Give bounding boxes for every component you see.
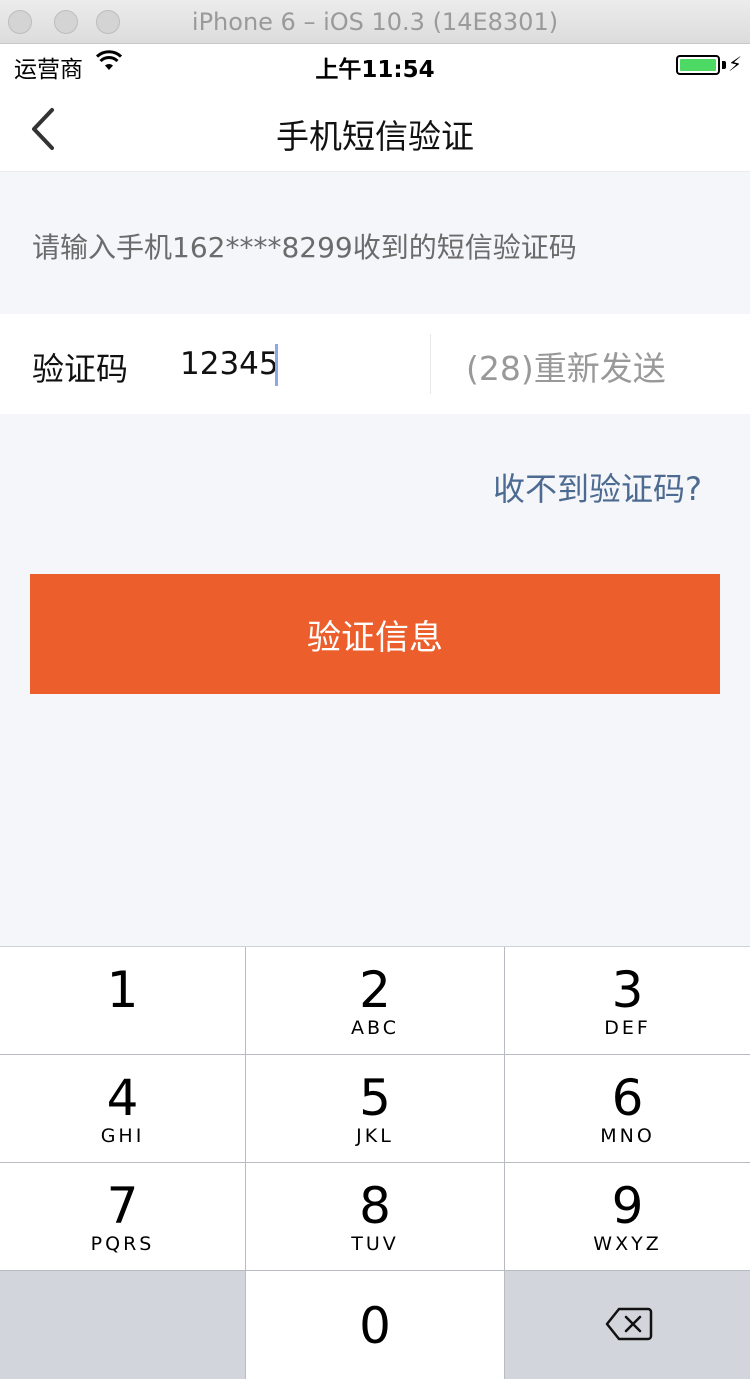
key-digit: 3 <box>611 961 644 1019</box>
key-0[interactable]: 0 <box>246 1271 505 1379</box>
battery-tip <box>722 61 726 69</box>
key-letters: DEF <box>604 1017 651 1039</box>
key-letters: MNO <box>600 1125 655 1147</box>
key-letters: GHI <box>100 1125 145 1147</box>
key-4[interactable]: 4 GHI <box>0 1055 246 1163</box>
key-letters: JKL <box>356 1125 394 1147</box>
key-letters: ABC <box>351 1017 399 1039</box>
verification-hint: 请输入手机162****8299收到的短信验证码 <box>32 231 577 264</box>
key-digit: 0 <box>359 1297 391 1355</box>
window-title: iPhone 6 – iOS 10.3 (14E8301) <box>191 8 559 36</box>
empty-key <box>0 1271 246 1379</box>
key-digit: 1 <box>106 961 139 1019</box>
verify-button[interactable]: 验证信息 <box>30 574 720 694</box>
numeric-keypad: 1 2 ABC 3 DEF 4 GHI 5 JKL 6 MNO 7 PQRS 8… <box>0 946 750 1379</box>
key-letters: WXYZ <box>593 1233 662 1255</box>
charging-bolt-icon: ⚡ <box>727 52 742 76</box>
status-time: 上午11:54 <box>315 57 435 83</box>
key-6[interactable]: 6 MNO <box>505 1055 750 1163</box>
text-caret <box>275 344 278 386</box>
delete-key[interactable] <box>505 1271 750 1379</box>
verification-code-input[interactable] <box>180 340 410 388</box>
field-divider <box>430 334 431 394</box>
backspace-icon <box>605 1307 653 1341</box>
battery-icon <box>676 55 720 75</box>
key-3[interactable]: 3 DEF <box>505 947 750 1055</box>
key-digit: 9 <box>611 1177 644 1235</box>
page-title: 手机短信验证 <box>276 117 474 156</box>
navigation-bar: 手机短信验证 <box>0 84 750 172</box>
key-digit: 2 <box>359 961 391 1019</box>
key-5[interactable]: 5 JKL <box>246 1055 505 1163</box>
verification-code-row: 验证码 (28)重新发送 <box>0 314 750 414</box>
key-digit: 5 <box>359 1069 391 1127</box>
key-digit: 7 <box>106 1177 139 1235</box>
key-2[interactable]: 2 ABC <box>246 947 505 1055</box>
key-digit: 6 <box>611 1069 644 1127</box>
code-label: 验证码 <box>32 350 129 388</box>
simulator-window-bar: iPhone 6 – iOS 10.3 (14E8301) <box>0 0 750 44</box>
key-letters: TUV <box>351 1233 399 1255</box>
key-9[interactable]: 9 WXYZ <box>505 1163 750 1271</box>
key-7[interactable]: 7 PQRS <box>0 1163 246 1271</box>
battery-fill <box>680 59 716 71</box>
no-code-received-link[interactable]: 收不到验证码? <box>493 464 702 510</box>
key-8[interactable]: 8 TUV <box>246 1163 505 1271</box>
key-letters: PQRS <box>90 1233 155 1255</box>
key-digit: 4 <box>106 1069 139 1127</box>
key-digit: 8 <box>359 1177 391 1235</box>
resend-countdown-button[interactable]: (28)重新发送 <box>466 342 666 390</box>
key-1[interactable]: 1 <box>0 947 246 1055</box>
status-bar: 运营商 上午11:54 ⚡ <box>0 44 750 84</box>
